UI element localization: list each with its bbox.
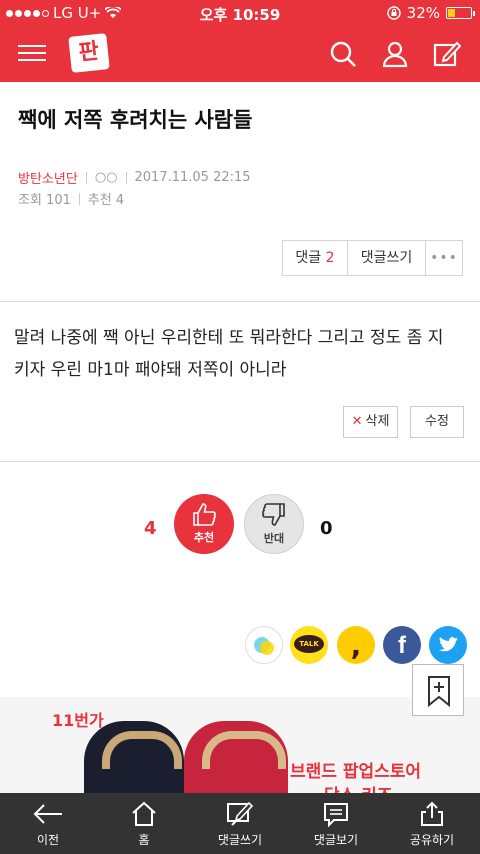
close-icon: ✕ [351,414,363,429]
search-icon[interactable] [329,40,357,68]
post-date: 2017.11.05 22:15 [134,170,251,185]
post-stats: 조회 101 추천 4 [18,189,124,208]
divider [78,192,80,205]
back-arrow-icon [33,804,62,824]
battery-percent: 32% [406,4,440,22]
twitter-icon [439,637,458,652]
share-tool[interactable]: 공유하기 [384,793,480,854]
bottom-toolbar: 이전 홈 댓글쓰기 댓글보기 공유하기 [0,793,480,854]
write-comment-label: 댓글쓰기 [217,833,263,847]
divider [85,171,87,184]
back-button[interactable]: 이전 [0,793,96,854]
kakaotalk-icon: TALK [294,635,324,653]
home-icon [132,801,156,826]
delete-label: 삭제 [365,414,390,429]
kakaotalk-share-button[interactable]: TALK [290,626,328,664]
menu-icon[interactable] [18,40,46,68]
delete-button[interactable]: ✕ 삭제 [343,406,398,438]
back-label: 이전 [36,833,60,847]
facebook-share-button[interactable]: f [383,626,421,664]
bookmark-button[interactable] [412,664,464,716]
recommend-count: 추천 4 [87,193,125,208]
downvote-count: 0 [320,518,333,539]
facebook-icon: f [398,632,406,659]
post-body: 말려 나중에 짹 아닌 우리한테 또 뭐라한다 그리고 정도 좀 지 키자 우린… [14,322,464,386]
ad-product-image [84,721,184,793]
nav-bar: 판 [0,26,480,82]
comment-label: 댓글 [295,250,322,266]
ad-product-image [184,721,288,793]
logo[interactable]: 판 [68,33,110,73]
post-body-line: 말려 나중에 짹 아닌 우리한테 또 뭐라한다 그리고 정도 좀 지 [14,328,444,348]
view-comments-tool[interactable]: 댓글보기 [288,793,384,854]
comma-icon: , [350,629,362,662]
share-label: 공유하기 [409,833,455,847]
oppose-label: 반대 [263,532,285,545]
view-count: 조회 101 [18,193,71,208]
view-comments-label: 댓글보기 [313,833,359,847]
ad-banner[interactable]: 11번가 브랜드 팝업스토어 닥스 키즈 [0,697,480,793]
home-label: 홈 [138,833,150,847]
kakaostory-icon [254,637,274,655]
bookmark-add-icon [428,676,450,708]
author-name[interactable]: 방탄소년단 [18,168,78,187]
status-right: 32% [386,4,475,22]
status-bar: LG U+ 오후 10:59 32% [0,0,480,26]
edit-button[interactable]: 수정 [410,406,464,438]
ad-headline: 브랜드 팝업스토어 [290,762,422,782]
section-divider [0,461,480,462]
write-comment-tool[interactable]: 댓글쓰기 [192,793,288,854]
user-icon[interactable] [381,40,409,68]
comment-bubble-icon [324,803,348,827]
twitter-share-button[interactable] [429,626,467,664]
ad-brand-text: 11번가 [52,711,104,730]
ad-subheadline: 닥스 키즈 [324,781,392,793]
post-title: 짹에 저쪽 후려치는 사람들 [18,108,253,132]
kakaostory-share-button[interactable] [245,626,283,664]
thumbs-down-icon [262,503,285,526]
share-icon [421,801,443,826]
more-button[interactable]: ••• [426,241,462,275]
divider [125,171,127,184]
edit-comment-icon [227,801,254,826]
home-button[interactable]: 홈 [96,793,192,854]
oppose-button[interactable]: 반대 [244,494,304,554]
post-meta: 방탄소년단 ○○ 2017.11.05 22:15 [18,168,251,187]
ad-brand: 11번가 [52,707,104,731]
kakao-comma-share-button[interactable]: , [337,626,375,664]
thumbs-up-icon [193,503,216,526]
section-divider [0,301,480,302]
upvote-count: 4 [144,518,157,539]
recommend-button[interactable]: 추천 [174,494,234,554]
author-mark: ○○ [94,170,118,185]
comment-button[interactable]: 댓글 2 [283,241,348,275]
comment-count: 2 [325,250,335,266]
post-body-line: 키자 우린 마1마 패야돼 저쪽이 아니라 [14,360,287,380]
battery-icon [446,7,475,19]
recommend-label: 추천 [193,531,215,544]
write-comment-button[interactable]: 댓글쓰기 [348,241,426,275]
orientation-lock-icon [386,6,401,20]
comment-button-group: 댓글 2 댓글쓰기 ••• [282,240,463,276]
write-icon[interactable] [433,40,461,68]
